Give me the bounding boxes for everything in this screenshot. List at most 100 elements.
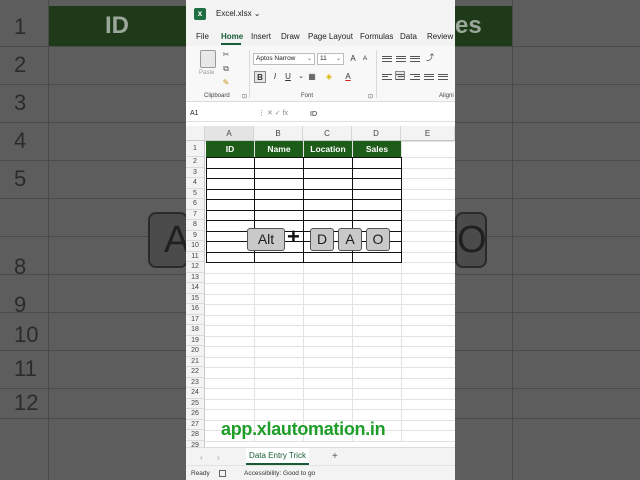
table-header-id[interactable]: ID <box>206 141 254 157</box>
paste-icon[interactable] <box>200 50 216 68</box>
table-header-location[interactable]: Location <box>304 141 352 157</box>
column-header-a[interactable]: A <box>205 126 254 141</box>
underline-button[interactable]: U <box>282 71 294 83</box>
table-border <box>206 178 402 179</box>
shrink-font-button[interactable]: A <box>359 53 371 65</box>
worksheet-grid[interactable]: A B C D E 1 2 3 4 5 6 7 8 9 10 11 12 13 14 15 16 17 18 19 2… <box>186 126 455 452</box>
row-header[interactable]: 9 <box>186 230 205 241</box>
column-header-c[interactable]: C <box>303 126 352 141</box>
tab-draw[interactable]: Draw <box>281 32 300 41</box>
row-header[interactable]: 27 <box>186 419 205 430</box>
align-left-icon[interactable] <box>382 72 392 81</box>
next-sheet-icon[interactable]: › <box>217 453 220 462</box>
align-right-icon[interactable] <box>410 72 420 81</box>
gridline <box>205 398 455 400</box>
row-header[interactable]: 14 <box>186 283 205 294</box>
bg-row-number: 1 <box>14 14 27 39</box>
table-border <box>206 188 402 190</box>
grow-font-button[interactable]: A <box>347 53 359 65</box>
file-title[interactable]: Excel.xlsx ⌄ <box>216 9 261 18</box>
sheet-tab-data-entry-trick[interactable]: Data Entry Trick <box>246 448 309 465</box>
row-header[interactable]: 17 <box>186 314 205 325</box>
tab-review[interactable]: Review <box>427 32 453 41</box>
row-header[interactable]: 21 <box>186 356 205 367</box>
table-header-sales[interactable]: Sales <box>353 141 401 157</box>
tab-file[interactable]: File <box>196 32 209 41</box>
row-header[interactable]: 18 <box>186 325 205 336</box>
accessibility-status[interactable]: Accessibility: Good to go <box>244 470 315 477</box>
formula-bar-icons[interactable]: ⋮ ✕ ✓ fx <box>258 109 288 117</box>
column-header-e[interactable]: E <box>401 126 455 141</box>
font-color-button[interactable]: A <box>342 71 354 83</box>
row-header[interactable]: 2 <box>186 157 205 168</box>
row-header[interactable]: 12 <box>186 262 205 273</box>
row-header[interactable]: 20 <box>186 346 205 357</box>
table-header-name[interactable]: Name <box>255 141 303 157</box>
add-sheet-button[interactable]: + <box>332 451 338 462</box>
row-header[interactable]: 13 <box>186 272 205 283</box>
tab-insert[interactable]: Insert <box>251 32 271 41</box>
tab-home[interactable]: Home <box>221 32 243 41</box>
cut-icon[interactable]: ✂ <box>221 50 231 59</box>
format-painter-icon[interactable]: ✎ <box>221 78 231 87</box>
previous-sheet-icon[interactable]: ‹ <box>200 453 203 462</box>
row-header[interactable]: 10 <box>186 241 205 252</box>
font-size-value: 11 <box>320 55 327 62</box>
row-header[interactable]: 6 <box>186 199 205 210</box>
bg-key-a: A <box>148 212 189 268</box>
bg-row-number: 3 <box>14 90 27 115</box>
column-header-b[interactable]: B <box>254 126 303 141</box>
copy-icon[interactable]: ⧉ <box>221 64 231 73</box>
key-d: D <box>310 228 334 251</box>
increase-indent-icon[interactable] <box>438 72 448 81</box>
gridline <box>205 325 455 326</box>
row-header[interactable]: 23 <box>186 377 205 388</box>
row-header[interactable]: 5 <box>186 188 205 199</box>
row-header[interactable]: 1 <box>186 141 205 157</box>
row-header[interactable]: 26 <box>186 409 205 420</box>
row-header[interactable]: 28 <box>186 430 205 441</box>
tab-data[interactable]: Data <box>400 32 417 41</box>
row-header[interactable]: 4 <box>186 178 205 189</box>
row-header[interactable]: 8 <box>186 220 205 231</box>
file-name: Excel.xlsx <box>216 9 252 18</box>
tab-formulas[interactable]: Formulas <box>360 32 393 41</box>
macro-record-icon[interactable] <box>219 470 226 477</box>
row-header[interactable]: 7 <box>186 209 205 220</box>
bg-row-number: 12 <box>14 390 39 415</box>
row-header[interactable]: 24 <box>186 388 205 399</box>
row-header[interactable]: 19 <box>186 335 205 346</box>
group-divider <box>249 50 250 98</box>
align-top-icon[interactable] <box>382 54 392 63</box>
tab-page-layout[interactable]: Page Layout <box>308 32 353 41</box>
row-header[interactable]: 16 <box>186 304 205 315</box>
bold-button[interactable]: B <box>254 71 266 83</box>
borders-icon[interactable]: ▦ <box>306 71 318 83</box>
gridline <box>205 388 455 389</box>
align-bottom-icon[interactable] <box>410 54 420 63</box>
align-center-icon[interactable] <box>395 71 405 80</box>
row-header[interactable]: 22 <box>186 367 205 378</box>
font-name-select[interactable]: Aptos Narrow ⌄ <box>253 53 315 65</box>
bg-row-number: 4 <box>14 128 27 153</box>
table-border <box>206 157 402 158</box>
row-header[interactable]: 11 <box>186 251 205 262</box>
dialog-launcher-icon[interactable]: ⊡ <box>242 93 247 100</box>
orientation-icon[interactable]: ⤴ <box>424 52 436 64</box>
dialog-launcher-icon[interactable]: ⊡ <box>368 93 373 100</box>
align-middle-icon[interactable] <box>396 54 406 63</box>
font-size-select[interactable]: 11 ⌄ <box>317 53 344 65</box>
formula-input[interactable]: ID <box>310 111 317 118</box>
sheet-tab-bar: ‹ › Data Entry Trick + <box>186 447 455 465</box>
row-header[interactable]: 3 <box>186 167 205 178</box>
row-header[interactable]: 15 <box>186 293 205 304</box>
fill-color-icon[interactable]: ◈ <box>323 71 335 83</box>
name-box[interactable]: A1 <box>190 110 242 121</box>
select-all-corner[interactable] <box>186 126 205 141</box>
column-header-d[interactable]: D <box>352 126 401 141</box>
bg-row-number: 9 <box>14 292 27 317</box>
italic-button[interactable]: I <box>269 71 281 83</box>
decrease-indent-icon[interactable] <box>424 72 434 81</box>
gridline <box>205 377 455 379</box>
row-header[interactable]: 25 <box>186 398 205 409</box>
